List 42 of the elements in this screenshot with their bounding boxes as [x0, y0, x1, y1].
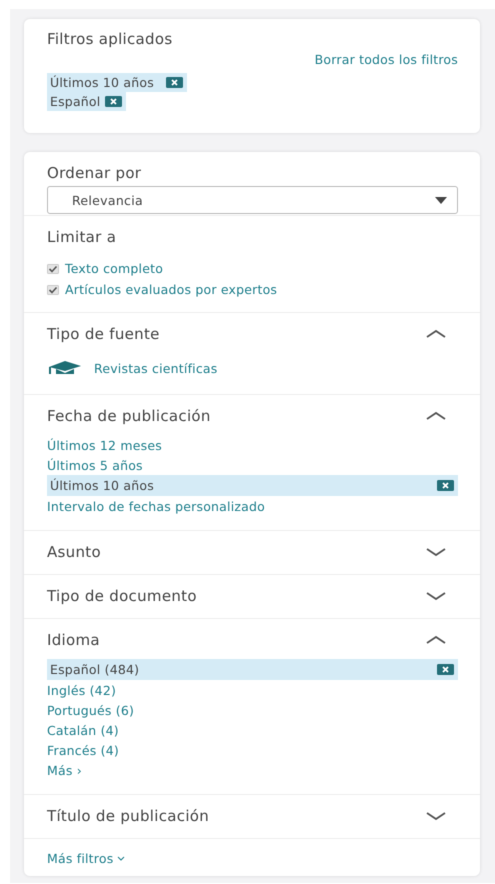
facet-title[interactable]: Título de publicación — [47, 807, 210, 825]
facet-title[interactable]: Idioma — [47, 631, 100, 649]
checkbox-label[interactable]: Artículos evaluados por expertos — [65, 282, 278, 297]
graduation-cap-icon — [47, 361, 83, 375]
checkbox-label[interactable]: Texto completo — [65, 261, 164, 276]
chevron-up-icon[interactable] — [426, 329, 446, 339]
chevron-up-icon[interactable] — [426, 635, 446, 645]
more-link[interactable]: Más › — [47, 760, 82, 780]
facet-option[interactable]: Últimos 5 años — [47, 455, 143, 475]
facet-title[interactable]: Tipo de documento — [47, 587, 197, 605]
chevron-up-icon[interactable] — [426, 411, 446, 421]
close-icon[interactable] — [105, 96, 122, 107]
facet-option[interactable]: Portugués (6) — [47, 700, 134, 720]
filter-chip[interactable]: Últimos 10 años — [47, 73, 187, 92]
section-title: Filtros aplicados — [47, 30, 174, 48]
chevron-down-icon — [117, 856, 126, 861]
checkbox[interactable] — [47, 264, 59, 274]
clear-filters-link[interactable]: Borrar todos los filtros — [47, 52, 458, 67]
facet-option[interactable]: Español (484) — [47, 659, 458, 680]
facet-option[interactable]: Inglés (42) — [47, 680, 116, 700]
chevron-down-icon[interactable] — [426, 591, 446, 601]
facet-title[interactable]: Fecha de publicación — [47, 407, 211, 425]
facet-option[interactable]: Catalán (4) — [47, 720, 119, 740]
facet-title[interactable]: Asunto — [47, 543, 101, 561]
more-filters-link[interactable]: Más filtros — [24, 839, 148, 868]
filter-chip[interactable]: Español — [47, 92, 126, 111]
facet-option[interactable]: Últimos 12 meses — [47, 435, 162, 455]
close-icon[interactable] — [166, 77, 183, 88]
close-icon[interactable] — [437, 664, 454, 675]
facet-option[interactable]: Últimos 10 años — [47, 475, 458, 496]
sort-dropdown[interactable]: Relevancia — [47, 186, 458, 214]
dropdown-arrow-icon — [435, 196, 447, 204]
chevron-down-icon[interactable] — [426, 547, 446, 557]
facet-option[interactable]: Francés (4) — [47, 740, 119, 760]
chevron-down-icon[interactable] — [426, 811, 446, 821]
facet-option[interactable]: Revistas científicas — [91, 360, 220, 376]
section-title: Limitar a — [47, 228, 118, 246]
sort-label: Ordenar por — [47, 164, 142, 182]
facet-title[interactable]: Tipo de fuente — [47, 325, 160, 343]
facet-option[interactable]: Intervalo de fechas personalizado — [47, 496, 265, 516]
checkbox[interactable] — [47, 284, 59, 294]
close-icon[interactable] — [437, 480, 454, 491]
